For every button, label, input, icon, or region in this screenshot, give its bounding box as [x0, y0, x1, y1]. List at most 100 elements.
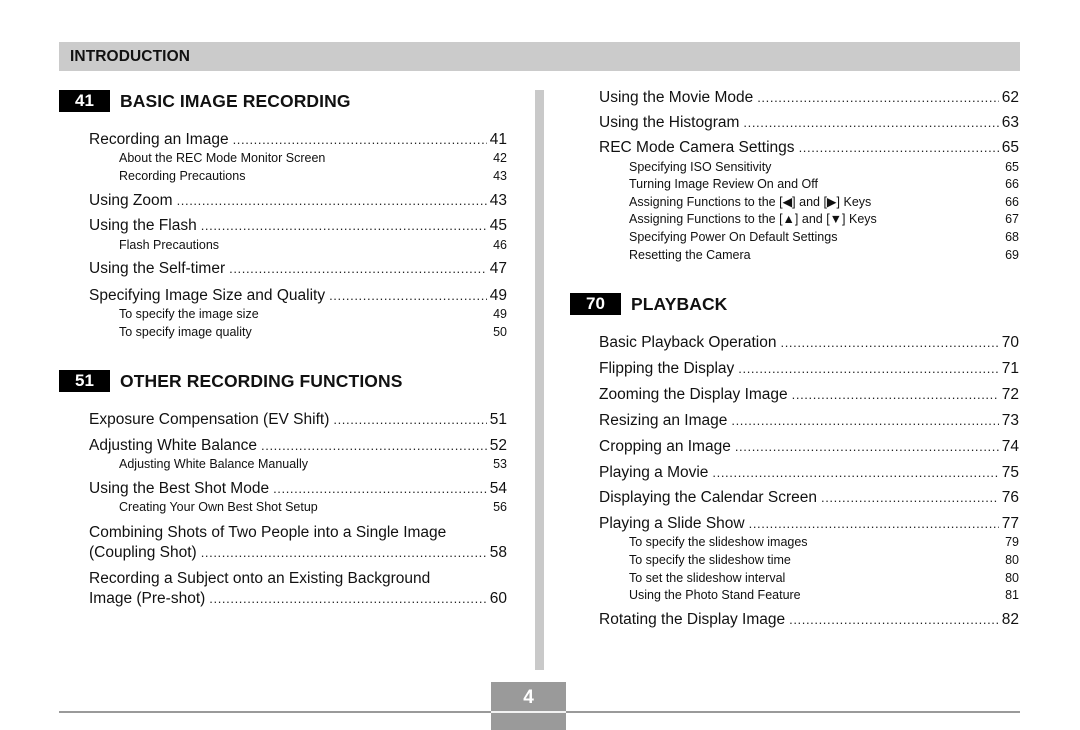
toc-entry[interactable]: Specifying Image Size and Quality 49 [89, 287, 507, 305]
section-heading-other-recording-functions[interactable]: 51 OTHER RECORDING FUNCTIONS [59, 370, 403, 392]
toc-entry-label: Resizing an Image [599, 412, 728, 429]
toc-entry[interactable]: Playing a Slide Show 77 [599, 515, 1019, 533]
dot-leader [209, 590, 486, 608]
toc-entry-label: Flipping the Display [599, 360, 735, 377]
section-title: BASIC IMAGE RECORDING [120, 90, 351, 111]
toc-entry-line1[interactable]: Recording a Subject onto an Existing Bac… [89, 570, 430, 588]
page-number-box: 4 [491, 682, 566, 730]
toc-subentry-label: To specify the slideshow images [629, 535, 808, 549]
toc-entry[interactable]: Adjusting White Balance 52 [89, 437, 507, 455]
toc-subentry[interactable]: To set the slideshow interval 80 [629, 571, 1019, 586]
toc-entry[interactable]: Using the Flash 45 [89, 217, 507, 235]
toc-subentry-label: Flash Precautions [119, 238, 220, 252]
toc-subentry-label: Specifying Power On Default Settings [629, 230, 838, 244]
toc-entry[interactable]: Using the Self-timer 47 [89, 260, 507, 278]
toc-entry-page: 52 [489, 437, 507, 454]
toc-entry[interactable]: Playing a Movie 75 [599, 464, 1019, 482]
toc-subentry-label: To set the slideshow interval [629, 571, 786, 585]
toc-subentry[interactable]: Assigning Functions to the [◀] and [▶] K… [629, 195, 1019, 210]
toc-entry-page: 72 [1001, 386, 1019, 403]
toc-subentry-page: 42 [493, 151, 507, 165]
toc-subentry-page: 67 [1005, 212, 1019, 226]
toc-entry-label: (Coupling Shot) [89, 544, 197, 561]
dot-leader [749, 515, 999, 533]
chapter-header-bar: INTRODUCTION [59, 42, 1020, 71]
toc-entry-page: 65 [1001, 139, 1019, 156]
toc-subentry[interactable]: Turning Image Review On and Off 66 [629, 177, 1019, 192]
toc-subentry-label: About the REC Mode Monitor Screen [119, 151, 326, 165]
dot-leader [233, 131, 487, 149]
dot-leader [177, 192, 487, 210]
dot-leader [229, 260, 487, 278]
section-heading-basic-image-recording[interactable]: 41 BASIC IMAGE RECORDING [59, 90, 351, 112]
dot-leader [731, 412, 998, 430]
toc-subentry-label: Resetting the Camera [629, 248, 751, 262]
toc-subentry-page: 79 [1005, 535, 1019, 549]
toc-subentry-label: Adjusting White Balance Manually [119, 457, 308, 471]
toc-entry[interactable]: Resizing an Image 73 [599, 412, 1019, 430]
toc-entry-label: Zooming the Display Image [599, 386, 788, 403]
toc-entry-label: Using the Self-timer [89, 260, 226, 277]
toc-entry-page: 54 [489, 480, 507, 497]
toc-subentry[interactable]: Specifying Power On Default Settings 68 [629, 230, 1019, 245]
toc-entry[interactable]: Basic Playback Operation 70 [599, 334, 1019, 352]
toc-subentry[interactable]: About the REC Mode Monitor Screen 42 [119, 151, 507, 166]
toc-subentry-label: Turning Image Review On and Off [629, 177, 818, 191]
dot-leader [789, 611, 999, 629]
dot-leader [201, 217, 487, 235]
toc-entry[interactable]: Using the Movie Mode 62 [599, 89, 1019, 107]
toc-entry[interactable]: Rotating the Display Image 82 [599, 611, 1019, 629]
toc-subentry[interactable]: Resetting the Camera 69 [629, 248, 1019, 263]
toc-entry[interactable]: Using the Best Shot Mode 54 [89, 480, 507, 498]
dot-leader [799, 139, 999, 157]
toc-entry-line1[interactable]: Combining Shots of Two People into a Sin… [89, 524, 446, 542]
section-heading-playback[interactable]: 70 PLAYBACK [570, 293, 727, 315]
dot-leader [329, 287, 487, 305]
toc-subentry[interactable]: To specify image quality 50 [119, 325, 507, 340]
toc-subentry[interactable]: Using the Photo Stand Feature 81 [629, 588, 1019, 603]
toc-entry[interactable]: Cropping an Image 74 [599, 438, 1019, 456]
toc-subentry-page: 68 [1005, 230, 1019, 244]
toc-entry-page: 70 [1001, 334, 1019, 351]
toc-subentry[interactable]: Creating Your Own Best Shot Setup 56 [119, 500, 507, 515]
toc-entry[interactable]: Exposure Compensation (EV Shift) 51 [89, 411, 507, 429]
toc-entry-page: 63 [1001, 114, 1019, 131]
toc-subentry[interactable]: Flash Precautions 46 [119, 238, 507, 253]
toc-entry[interactable]: Recording an Image 41 [89, 131, 507, 149]
toc-subentry[interactable]: To specify the slideshow images 79 [629, 535, 1019, 550]
toc-entry-page: 60 [489, 590, 507, 607]
toc-subentry[interactable]: Specifying ISO Sensitivity 65 [629, 160, 1019, 175]
toc-subentry-page: 46 [493, 238, 507, 252]
dot-leader [261, 437, 487, 455]
toc-entry[interactable]: Using the Histogram 63 [599, 114, 1019, 132]
toc-subentry-label: Specifying ISO Sensitivity [629, 160, 772, 174]
toc-subentry[interactable]: To specify the slideshow time 80 [629, 553, 1019, 568]
toc-entry[interactable]: REC Mode Camera Settings 65 [599, 139, 1019, 157]
toc-subentry-label: To specify the image size [119, 307, 259, 321]
toc-entry-label: Exposure Compensation (EV Shift) [89, 411, 330, 428]
toc-entry-label: Playing a Slide Show [599, 515, 745, 532]
toc-entry-label: Cropping an Image [599, 438, 731, 455]
toc-entry-label: Using the Movie Mode [599, 89, 754, 106]
toc-entry[interactable]: Flipping the Display 71 [599, 360, 1019, 378]
toc-entry-page: 74 [1001, 438, 1019, 455]
toc-subentry-page: 50 [493, 325, 507, 339]
toc-entry[interactable]: Using Zoom 43 [89, 192, 507, 210]
toc-subentry-label: To specify image quality [119, 325, 252, 339]
toc-subentry[interactable]: Recording Precautions 43 [119, 169, 507, 184]
dot-leader [201, 544, 487, 562]
toc-subentry[interactable]: Adjusting White Balance Manually 53 [119, 457, 507, 472]
toc-entry-label: Displaying the Calendar Screen [599, 489, 817, 506]
toc-entry[interactable]: Image (Pre-shot) 60 [89, 590, 507, 608]
toc-subentry[interactable]: Assigning Functions to the [▲] and [▼] K… [629, 212, 1019, 227]
dot-leader [273, 480, 487, 498]
toc-subentry-page: 65 [1005, 160, 1019, 174]
toc-subentry-page: 53 [493, 457, 507, 471]
toc-entry[interactable]: Displaying the Calendar Screen 76 [599, 489, 1019, 507]
toc-entry-page: 51 [489, 411, 507, 428]
toc-entry-page: 58 [489, 544, 507, 561]
page-number: 4 [523, 687, 534, 708]
toc-subentry[interactable]: To specify the image size 49 [119, 307, 507, 322]
toc-entry[interactable]: (Coupling Shot) 58 [89, 544, 507, 562]
toc-entry[interactable]: Zooming the Display Image 72 [599, 386, 1019, 404]
